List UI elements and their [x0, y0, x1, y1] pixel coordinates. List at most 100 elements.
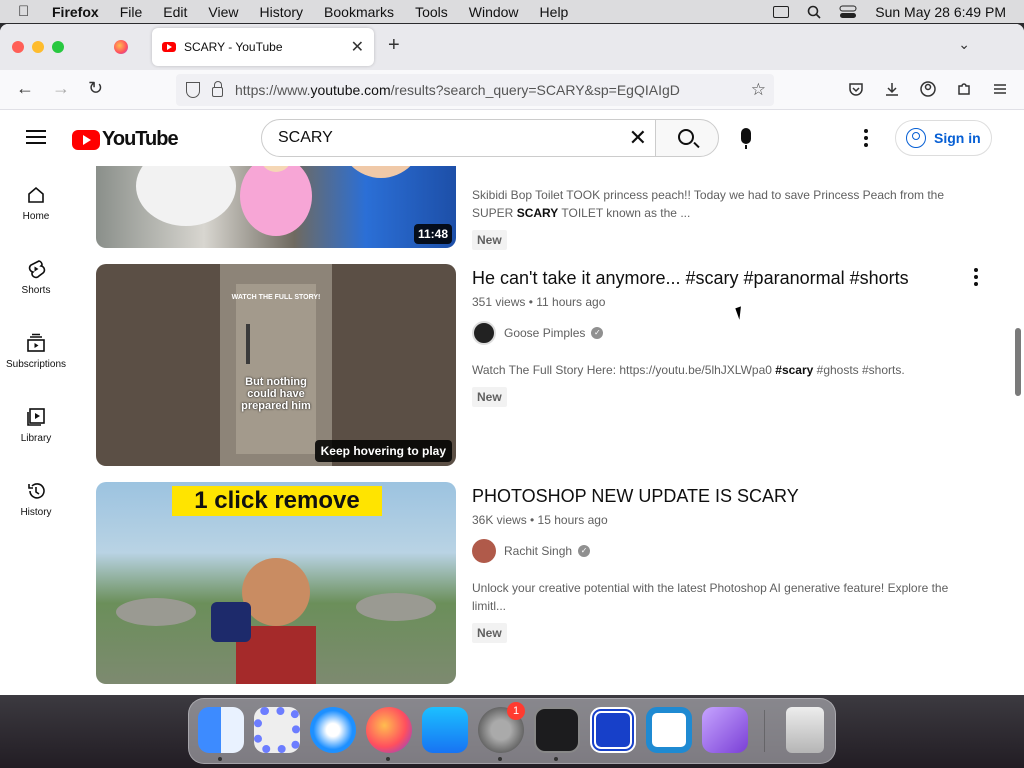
menu-tools[interactable]: Tools [415, 4, 448, 20]
video-action-menu-icon[interactable] [974, 268, 978, 289]
guide-menu-icon[interactable] [26, 130, 46, 144]
menu-file[interactable]: File [120, 4, 143, 20]
video-stats: 351 views • 11 hours ago [472, 295, 606, 309]
pocket-icon[interactable] [848, 81, 864, 97]
sidebar-item-history[interactable]: History [0, 462, 72, 536]
page-scrollbar[interactable] [1015, 328, 1021, 396]
youtube-header: YouTube SCARY ✕ Sign in [0, 110, 1024, 166]
tracking-protection-shield-icon[interactable] [186, 82, 200, 98]
tab-youtube[interactable]: SCARY - YouTube ✕ [152, 28, 374, 66]
search-icon [678, 129, 694, 145]
downloads-icon[interactable] [884, 81, 900, 97]
menu-bar-clock[interactable]: Sun May 28 6:49 PM [875, 4, 1006, 20]
sidebar-item-label: Shorts [21, 284, 51, 296]
bookmark-star-icon[interactable]: ☆ [751, 80, 766, 100]
control-center-icon[interactable] [839, 5, 857, 19]
voice-search-mic-icon[interactable] [741, 128, 751, 149]
screen-capture-icon[interactable] [590, 707, 636, 753]
channel-avatar[interactable] [472, 321, 496, 345]
menu-app-name[interactable]: Firefox [52, 4, 99, 20]
video-thumbnail[interactable]: 1 click remove [96, 482, 456, 684]
navigation-toolbar: ← → ↻ https://www.youtube.com/results?se… [0, 70, 1024, 110]
app-menu-icon[interactable] [992, 81, 1008, 97]
app-store-icon[interactable] [422, 707, 468, 753]
sidebar-item-label: Library [20, 432, 52, 444]
visual-studio-icon[interactable] [702, 707, 748, 753]
notification-badge: 1 [507, 702, 525, 720]
channel-row[interactable]: Rachit Singh ✓ [472, 539, 984, 563]
spotlight-search-icon[interactable] [807, 5, 821, 19]
minimize-window-button[interactable] [32, 41, 44, 53]
close-window-button[interactable] [12, 41, 24, 53]
menu-history[interactable]: History [259, 4, 303, 20]
macos-menu-bar:  Firefox File Edit View History Bookmar… [0, 0, 1024, 23]
list-all-tabs-chevron-icon[interactable]: ⌄ [958, 36, 970, 53]
youtube-logo[interactable]: YouTube [72, 128, 179, 151]
keep-hovering-overlay: Keep hovering to play [314, 440, 452, 462]
video-title[interactable]: PHOTOSHOP NEW UPDATE IS SCARY [472, 486, 984, 507]
firefox-view-icon[interactable] [114, 40, 128, 54]
verified-check-icon: ✓ [591, 327, 604, 339]
running-indicator [498, 757, 502, 761]
address-bar[interactable]: https://www.youtube.com/results?search_q… [176, 74, 774, 106]
new-tab-button[interactable]: + [388, 34, 400, 57]
menu-edit[interactable]: Edit [163, 4, 187, 20]
apple-menu-icon[interactable]:  [18, 3, 34, 20]
sidebar-item-shorts[interactable]: Shorts [0, 240, 72, 314]
search-input[interactable]: SCARY ✕ [261, 119, 656, 157]
tab-strip: SCARY - YouTube ✕ + ⌄ [0, 24, 1024, 70]
back-arrow-icon[interactable]: ← [16, 78, 34, 99]
youtube-favicon-icon [162, 42, 176, 52]
video-duration: 11:48 [413, 224, 452, 244]
youtube-page: YouTube SCARY ✕ Sign in Home Shorts Subs… [0, 110, 1024, 695]
search-button[interactable] [655, 119, 719, 157]
screen-mirroring-icon[interactable] [773, 5, 790, 18]
menu-window[interactable]: Window [469, 4, 519, 20]
firefox-icon[interactable] [366, 707, 412, 753]
account-circle-icon [906, 128, 926, 148]
new-badge: New [472, 230, 507, 250]
account-icon[interactable] [920, 81, 936, 97]
vscode-icon[interactable] [646, 707, 692, 753]
site-lock-icon[interactable] [212, 81, 223, 97]
sidebar-item-home[interactable]: Home [0, 166, 72, 240]
sign-in-label: Sign in [934, 130, 981, 146]
safari-icon[interactable] [310, 707, 356, 753]
channel-name[interactable]: Rachit Singh [504, 544, 572, 558]
video-title[interactable]: He can't take it anymore... #scary #para… [472, 268, 984, 289]
zoom-window-button[interactable] [52, 41, 64, 53]
extensions-puzzle-icon[interactable] [956, 81, 972, 97]
running-indicator [554, 757, 558, 761]
launchpad-icon[interactable] [254, 707, 300, 753]
window-controls [12, 41, 64, 53]
forward-arrow-icon[interactable]: → [52, 78, 70, 99]
sidebar-item-library[interactable]: Library [0, 388, 72, 462]
settings-kebab-icon[interactable] [864, 129, 868, 150]
reload-icon[interactable]: ↻ [88, 78, 103, 99]
channel-avatar[interactable] [472, 539, 496, 563]
new-badge: New [472, 623, 507, 643]
menu-help[interactable]: Help [540, 4, 569, 20]
close-tab-icon[interactable]: ✕ [351, 37, 364, 57]
clear-search-icon[interactable]: ✕ [629, 125, 647, 151]
channel-row[interactable]: Goose Pimples ✓ [472, 321, 984, 345]
finder-icon[interactable] [198, 707, 244, 753]
verified-check-icon: ✓ [578, 545, 591, 557]
url-text[interactable]: https://www.youtube.com/results?search_q… [235, 82, 680, 98]
video-description: Skibidi Bop Toilet TOOK princess peach!!… [472, 188, 945, 220]
terminal-icon[interactable] [534, 707, 580, 753]
channel-name[interactable]: Goose Pimples [504, 326, 585, 340]
menu-view[interactable]: View [208, 4, 238, 20]
sign-in-button[interactable]: Sign in [895, 120, 992, 156]
search-query-text[interactable]: SCARY [278, 129, 333, 147]
video-stats: 36K views • 15 hours ago [472, 513, 608, 527]
running-indicator [386, 757, 390, 761]
sidebar-item-subscriptions[interactable]: Subscriptions [0, 314, 72, 388]
sidebar-item-label: Subscriptions [5, 358, 67, 370]
youtube-logo-text: YouTube [102, 128, 179, 150]
library-icon [27, 407, 45, 426]
video-thumbnail[interactable]: WATCH THE FULL STORY! But nothing could … [96, 264, 456, 466]
menu-bookmarks[interactable]: Bookmarks [324, 4, 394, 20]
thumbnail-banner: 1 click remove [172, 486, 382, 516]
trash-icon[interactable] [786, 707, 824, 753]
